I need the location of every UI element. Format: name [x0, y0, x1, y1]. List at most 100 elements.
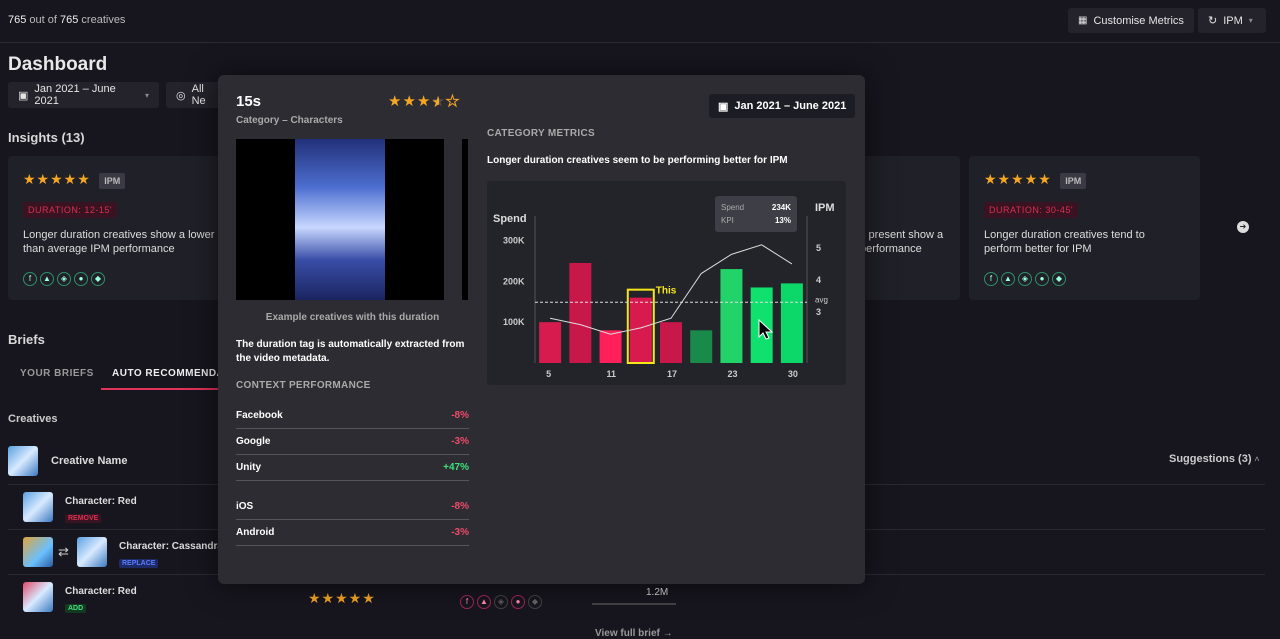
cursor-icon [758, 319, 774, 340]
creative-thumb [23, 492, 53, 522]
duration-tag: DURATION: 30-45' [984, 202, 1079, 218]
insight-text: Longer duration creatives show a lower t… [23, 229, 215, 255]
creative-thumb [23, 582, 53, 612]
apple-icon: ● [511, 594, 525, 609]
creatives-title: Creatives [8, 413, 58, 425]
duration-tag: DURATION: 12-15' [23, 202, 118, 218]
creative-count: 765 out of 765 creatives [8, 14, 126, 26]
chart-bar [569, 262, 592, 363]
y-tick-label: 300K [503, 236, 525, 246]
google-ads-icon: ▲ [40, 271, 54, 286]
globe-icon: ◎ [176, 89, 186, 102]
modal-subtitle: Category – Characters [236, 115, 343, 126]
context-performance-header: CONTEXT PERFORMANCE [236, 380, 371, 391]
next-arrow-icon[interactable]: ➔ [1237, 221, 1249, 233]
chart-bar [720, 269, 743, 363]
refresh-icon: ↻ [1208, 15, 1218, 27]
y-axis-label: Spend [493, 213, 527, 225]
page-title: Dashboard [8, 54, 108, 75]
chevron-down-icon: ▾ [144, 90, 149, 100]
replace-tag[interactable]: REPLACE [119, 559, 159, 568]
chart-bar [599, 330, 622, 363]
example-creative-video-next[interactable] [462, 139, 468, 300]
chart-bar [690, 330, 713, 363]
unity-icon: ◈ [494, 594, 508, 609]
insight-text: s present show a performance [860, 229, 944, 255]
calendar-icon: ▣ [18, 89, 29, 102]
metric-tag: IPM [1060, 173, 1087, 189]
date-range-select[interactable]: ▣ Jan 2021 – June 2021 ▾ [8, 82, 159, 108]
insight-card[interactable]: ★★★★★ IPM DURATION: 12-15' Longer durati… [8, 156, 222, 300]
modal-title: 15s [236, 93, 262, 110]
video-frame [295, 139, 385, 300]
column-creative-name[interactable]: Creative Name [51, 455, 127, 467]
chevron-down-icon: ▾ [1248, 16, 1253, 25]
rating-stars: ★★★★★ [23, 171, 91, 187]
rating-stars: ★★★★★ [308, 590, 376, 606]
x-tick-label: 11 [607, 369, 617, 379]
android-icon: ◆ [1052, 271, 1066, 286]
tab-your-briefs[interactable]: YOUR BRIEFS [20, 368, 94, 379]
x-tick-label: 30 [788, 369, 798, 379]
chart-bar [629, 297, 652, 363]
metric-tag: IPM [99, 173, 126, 189]
unity-icon: ◈ [1018, 271, 1032, 286]
insight-card[interactable]: ★★★★★ IPM DURATION: 30-45' Longer durati… [969, 156, 1200, 300]
google-ads-icon: ▲ [477, 594, 491, 609]
y2-tick-label: 5 [816, 243, 821, 253]
chart-tooltip: Spend 234K KPI 13% [715, 196, 797, 232]
x-tick-label: 5 [546, 369, 551, 379]
y2-tick-label: 4 [816, 275, 821, 285]
chart-bar [660, 322, 682, 363]
view-full-brief-link[interactable]: View full brief → [595, 628, 673, 639]
apple-icon: ● [74, 271, 88, 286]
top-bar: 765 out of 765 creatives ▦ Customise Metr… [0, 0, 1280, 43]
replacement-thumb [77, 537, 107, 567]
suggestions-toggle[interactable]: Suggestions (3) ˄ [1169, 453, 1259, 465]
creative-thumb [23, 537, 53, 567]
insight-card[interactable]: s present show a performance [860, 156, 960, 300]
context-row-ios: iOS -8% [236, 494, 469, 520]
apple-icon: ● [1035, 271, 1049, 286]
channel-icons: f ▲ ◈ ● ◆ [984, 268, 1069, 286]
facebook-icon: f [984, 271, 998, 286]
spend-value: 1.2M [646, 587, 669, 598]
insight-text: Longer duration creatives tend to perfor… [984, 229, 1145, 255]
calendar-icon: ▣ [718, 100, 729, 113]
chart-bar [539, 322, 562, 363]
y2-axis-label: IPM [815, 202, 835, 214]
context-row-android: Android -3% [236, 520, 469, 546]
remove-tag[interactable]: REMOVE [65, 514, 102, 523]
y-tick-label: 200K [503, 276, 525, 286]
context-row-facebook: Facebook -8% [236, 403, 469, 429]
active-tab-indicator [101, 388, 221, 390]
category-insight: Longer duration creatives seem to be per… [487, 155, 788, 166]
insights-title: Insights (13) [8, 130, 85, 145]
chart-bar [780, 283, 803, 363]
add-tag[interactable]: ADD [65, 604, 87, 613]
facebook-icon: f [23, 271, 37, 286]
rating-stars: ★★★★★★ [388, 93, 461, 112]
avg-label: avg [815, 295, 828, 304]
metric-select[interactable]: ↻ IPM ▾ [1198, 8, 1266, 33]
network-select[interactable]: ◎ All Ne [166, 82, 226, 108]
swap-icon: ⇄ [58, 544, 69, 559]
y2-tick-label: 3 [816, 307, 821, 317]
channel-icons: f ▲ ◈ ● ◆ [23, 268, 108, 286]
tab-auto-recommendations[interactable]: AUTO RECOMMENDA [112, 368, 224, 379]
android-icon: ◆ [91, 271, 105, 286]
duration-detail-modal: 15s Category – Characters ★★★★★★ ▣Jan 20… [218, 75, 865, 584]
grid-icon: ▦ [1078, 15, 1088, 26]
android-icon: ◆ [528, 594, 542, 609]
customise-metrics-button[interactable]: ▦ Customise Metrics [1068, 8, 1194, 33]
briefs-title: Briefs [8, 332, 45, 347]
category-chart[interactable]: Spend IPM 100K 200K 300K 3 4 5 This avg 5 11 17 23 30 … [487, 181, 846, 385]
video-caption: Example creatives with this duration [265, 312, 440, 323]
modal-date-range[interactable]: ▣ Jan 2021 – June 2021 [709, 94, 856, 118]
chevron-up-icon: ˄ [1254, 455, 1260, 464]
creative-header-thumb [8, 446, 38, 476]
google-ads-icon: ▲ [1001, 271, 1015, 286]
example-creative-video[interactable] [236, 139, 444, 300]
facebook-icon: f [460, 594, 474, 609]
unity-icon: ◈ [57, 271, 71, 286]
